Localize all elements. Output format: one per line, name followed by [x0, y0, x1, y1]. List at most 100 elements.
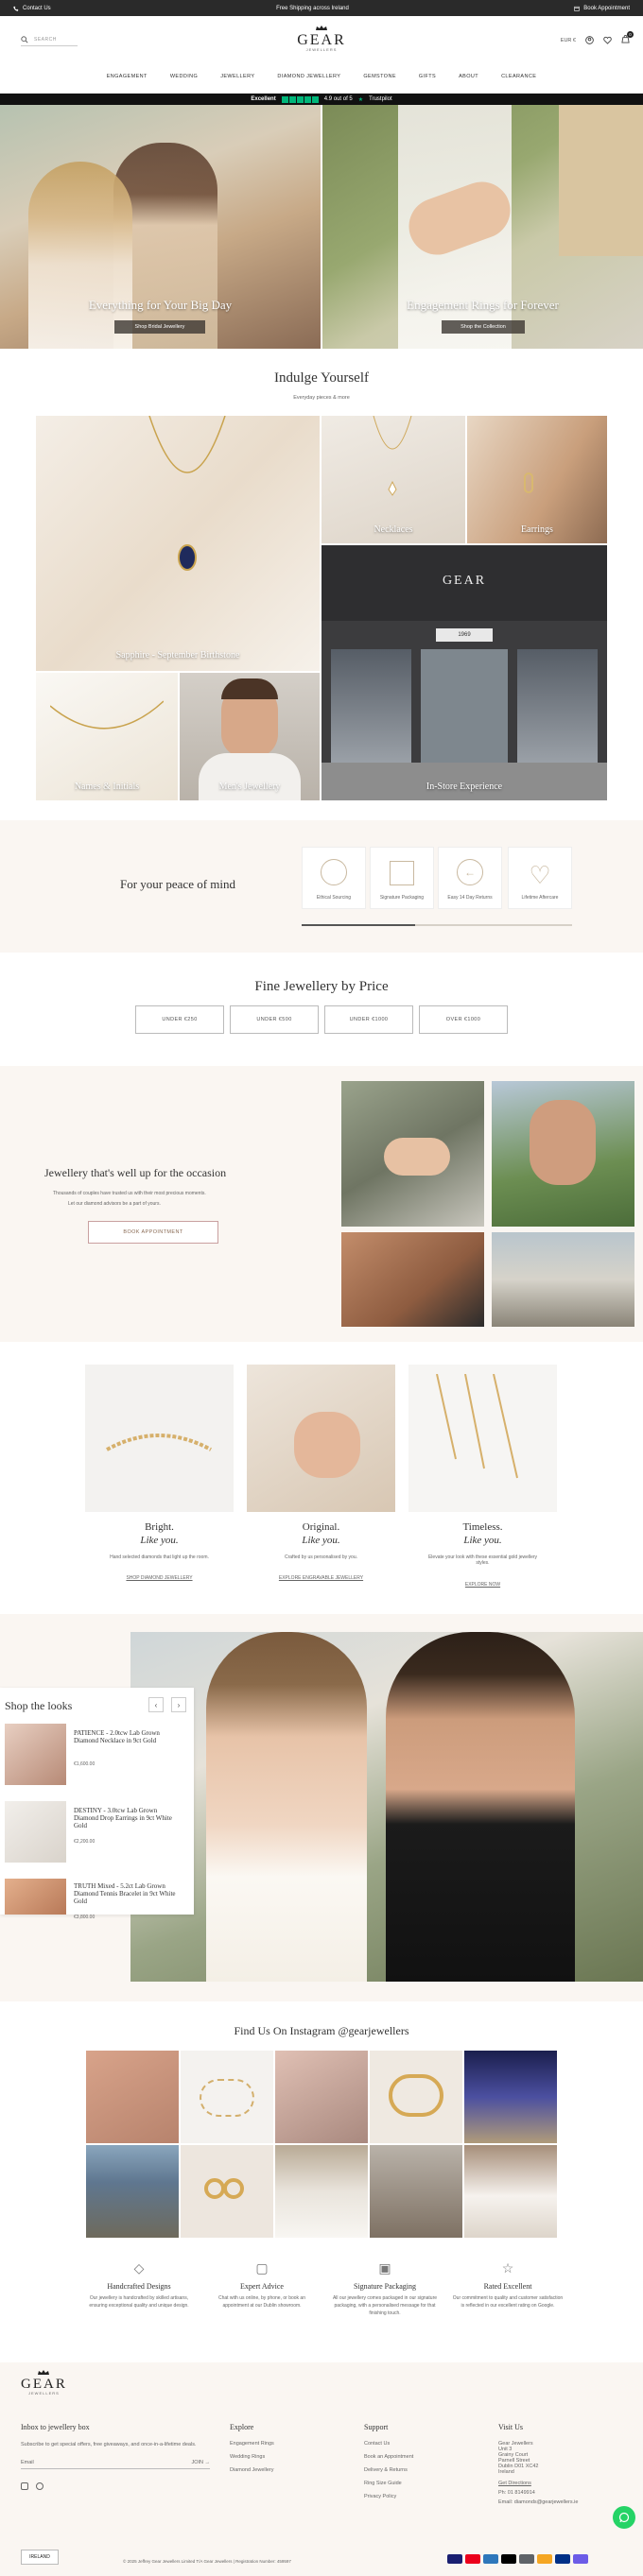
- support-title: Support: [364, 2423, 389, 2431]
- heart-icon[interactable]: [603, 36, 612, 44]
- suit-sleeve: [559, 105, 643, 256]
- whatsapp-button[interactable]: [613, 2506, 635, 2529]
- globe-icon: [321, 859, 347, 885]
- original-link[interactable]: EXPLORE ENGRAVABLE JEWELLERY: [247, 1575, 395, 1581]
- nav-diamond-jewellery[interactable]: DIAMOND JEWELLERY: [277, 74, 340, 79]
- hero-right-button[interactable]: Shop the Collection: [442, 320, 525, 334]
- feature-handcrafted-title: Handcrafted Designs: [107, 2282, 171, 2291]
- nav-gemstone[interactable]: GEMSTONE: [363, 74, 396, 79]
- footer-link-diamond[interactable]: Diamond Jewellery: [230, 2467, 343, 2473]
- timeless-sub: Like you.: [463, 1535, 502, 1546]
- user-icon[interactable]: [585, 36, 594, 44]
- insta-photo-6[interactable]: [86, 2145, 179, 2238]
- footer-phone[interactable]: Ph: 01 8149914: [498, 2490, 631, 2496]
- nav-wedding[interactable]: WEDDING: [170, 74, 198, 79]
- tile-sapphire[interactable]: Sapphire - September Birthstone: [36, 416, 320, 671]
- chain-bracelet-shape: [389, 2074, 443, 2117]
- main-nav: ENGAGEMENT WEDDING JEWELLERY DIAMOND JEW…: [0, 74, 643, 79]
- original-image[interactable]: [247, 1365, 395, 1512]
- tile-earrings[interactable]: Earrings: [467, 416, 607, 543]
- footer-link-privacy[interactable]: Privacy Policy: [364, 2494, 478, 2499]
- price-under-500[interactable]: UNDER €500: [230, 1005, 319, 1034]
- footer-link-wedding[interactable]: Wedding Rings: [230, 2454, 343, 2460]
- look-3-image[interactable]: [5, 1879, 66, 1915]
- bright-text: Hand selected diamonds that light up the…: [110, 1554, 209, 1560]
- nav-gifts[interactable]: GIFTS: [419, 74, 436, 79]
- visit-title: Visit Us: [498, 2423, 523, 2431]
- diamond-icon: ◇: [133, 2260, 145, 2275]
- bright-link[interactable]: SHOP DIAMOND JEWELLERY: [85, 1575, 234, 1581]
- footer-link-appointment[interactable]: Book an Appointment: [364, 2454, 478, 2460]
- insta-photo-3[interactable]: [275, 2051, 368, 2143]
- tile-names-label: Names & Initials: [74, 781, 140, 792]
- look-2-image[interactable]: [5, 1801, 66, 1863]
- cart-button[interactable]: 0: [621, 31, 634, 45]
- currency-selector[interactable]: EUR €: [561, 38, 576, 43]
- search-box[interactable]: SEARCH: [21, 36, 78, 46]
- footer-logo[interactable]: GEAR JEWELLERS: [21, 2370, 67, 2396]
- tile-in-store-label: In-Store Experience: [426, 781, 503, 792]
- insta-photo-9[interactable]: [370, 2145, 462, 2238]
- feature-expert-advice: ▢ Expert Advice Chat with us online, by …: [205, 2260, 319, 2310]
- footer-link-ring-size[interactable]: Ring Size Guide: [364, 2481, 478, 2486]
- card-aftercare: ♡ Lifetime Aftercare: [508, 847, 572, 909]
- return-icon: ←: [457, 859, 483, 885]
- footer-link-engagement[interactable]: Engagement Rings: [230, 2441, 343, 2447]
- tile-names-initials[interactable]: Names & Initials: [36, 673, 178, 800]
- timeless-link[interactable]: EXPLORE NOW: [408, 1582, 557, 1588]
- man-shirt: [199, 753, 301, 800]
- look-1-name[interactable]: PATIENCE - 2.0tcw Lab Grown Diamond Neck…: [74, 1729, 182, 1744]
- looks-prev-button[interactable]: ‹: [148, 1697, 164, 1712]
- trustpilot-bar[interactable]: Excellent 4.9 out of 5 ★ Trustpilot: [0, 94, 643, 105]
- feature-rated-text: Our commitment to quality and customer s…: [452, 2295, 564, 2309]
- insta-photo-1[interactable]: [86, 2051, 179, 2143]
- nav-about[interactable]: ABOUT: [459, 74, 478, 79]
- timeless-image[interactable]: [408, 1365, 557, 1512]
- newsletter-join-button[interactable]: JOIN →: [191, 2460, 210, 2465]
- bright-image[interactable]: [85, 1365, 234, 1512]
- instagram-icon[interactable]: [21, 2482, 28, 2490]
- indulge-subtitle: Everyday pieces & more: [293, 395, 350, 401]
- footer-email[interactable]: Email: diamonds@gearjewellers.ie: [498, 2499, 631, 2505]
- tile-mens-jewellery[interactable]: Men's Jewellery: [180, 673, 320, 800]
- insta-photo-7[interactable]: [181, 2145, 273, 2238]
- look-2-name[interactable]: DESTINY - 3.0tcw Lab Grown Diamond Drop …: [74, 1807, 182, 1829]
- nav-engagement[interactable]: ENGAGEMENT: [107, 74, 148, 79]
- contact-link[interactable]: Contact Us: [13, 6, 51, 11]
- insta-photo-10[interactable]: [464, 2145, 557, 2238]
- hero-right[interactable]: Engagement Rings for Forever Shop the Co…: [322, 105, 643, 349]
- tile-necklaces[interactable]: Necklaces: [322, 416, 465, 543]
- footer-link-delivery[interactable]: Delivery & Returns: [364, 2467, 478, 2473]
- nav-jewellery[interactable]: JEWELLERY: [220, 74, 254, 79]
- looks-next-button[interactable]: ›: [171, 1697, 186, 1712]
- logo[interactable]: GEAR JEWELLERS: [293, 26, 350, 52]
- look-1-image[interactable]: [5, 1724, 66, 1785]
- tile-in-store[interactable]: GEAR 1969 In-Store Experience: [322, 545, 607, 800]
- hero-left[interactable]: Everything for Your Big Day Shop Bridal …: [0, 105, 321, 349]
- price-over-1000[interactable]: OVER €1000: [419, 1005, 508, 1034]
- feature-handcrafted: ◇ Handcrafted Designs Our jewellery is h…: [82, 2260, 196, 2310]
- nav-clearance[interactable]: CLEARANCE: [501, 74, 536, 79]
- search-input[interactable]: SEARCH: [34, 37, 57, 43]
- footer-link-contact[interactable]: Contact Us: [364, 2441, 478, 2447]
- newsletter-form: Email JOIN →: [21, 2460, 210, 2469]
- insta-photo-5[interactable]: [464, 2051, 557, 2143]
- indulge-title: Indulge Yourself: [274, 370, 369, 386]
- peace-scroll-thumb[interactable]: [302, 924, 415, 926]
- insta-photo-8[interactable]: [275, 2145, 368, 2238]
- country-selector[interactable]: IRELAND: [21, 2550, 59, 2565]
- appointment-link[interactable]: Book Appointment: [574, 6, 630, 11]
- get-directions-link[interactable]: Get Directions: [498, 2481, 631, 2486]
- price-under-250[interactable]: UNDER €250: [135, 1005, 224, 1034]
- pinterest-icon[interactable]: [36, 2482, 43, 2490]
- ring-shape-2: [223, 2178, 244, 2199]
- hero-left-button[interactable]: Shop Bridal Jewellery: [114, 320, 205, 334]
- tennis-bracelet-illustration: [106, 1434, 212, 1451]
- insta-photo-4[interactable]: [370, 2051, 462, 2143]
- price-under-1000[interactable]: UNDER €1000: [324, 1005, 413, 1034]
- feature-expert-text: Chat with us online, by phone, or book a…: [217, 2295, 305, 2309]
- look-3-name[interactable]: TRUTH Mixed - 5.2ct Lab Grown Diamond Te…: [74, 1882, 182, 1905]
- book-appointment-button[interactable]: BOOK APPOINTMENT: [88, 1221, 218, 1244]
- newsletter-email-input[interactable]: Email: [21, 2460, 34, 2465]
- insta-photo-2[interactable]: [181, 2051, 273, 2143]
